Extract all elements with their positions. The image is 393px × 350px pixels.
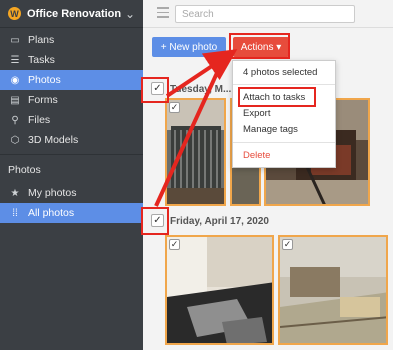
photo-image [167,100,224,204]
photo-thumbnail[interactable]: ✓ [278,235,388,345]
photo-thumbnail[interactable]: ✓ [165,235,274,345]
paperclip-icon: ⚲ [11,114,19,126]
photo-checkbox[interactable]: ✓ [282,239,293,250]
sidebar-item-label: 3D Models [28,134,79,146]
list-icon: ☰ [10,54,20,66]
sidebar-item-forms[interactable]: ▤ Forms [0,90,143,110]
star-icon: ★ [10,187,20,199]
group-date: Tuesday, M... [170,84,232,95]
photo-image [167,237,272,343]
clipboard-icon: ▤ [10,94,20,106]
highlight-box-group-check-2 [141,207,169,235]
sidebar-item-plans[interactable]: ▭ Plans [0,30,143,50]
delete-menu-item[interactable]: Delete [243,150,270,161]
top-bar: Search [143,0,393,28]
sidebar-section-title: Photos [8,164,41,176]
sidebar-item-3d-models[interactable]: ⬡ 3D Models [0,130,143,150]
grid-icon: ⁞⁞ [12,207,18,219]
sidebar-item-label: My photos [28,187,77,199]
sidebar-item-label: Photos [28,74,61,86]
photo-thumbnail[interactable]: ✓ [165,98,226,206]
photo-image [280,237,386,343]
export-menu-item[interactable]: Export [243,108,270,119]
sidebar-item-all-photos[interactable]: ⁞⁞ All photos [0,203,143,223]
sidebar-item-label: Tasks [28,54,55,66]
selected-count: 4 photos selected [243,67,318,78]
sidebar-item-tasks[interactable]: ☰ Tasks [0,50,143,70]
sidebar-item-files[interactable]: ⚲ Files [0,110,143,130]
group-date: Friday, April 17, 2020 [170,216,269,227]
sidebar-item-label: Forms [28,94,58,106]
sidebar-item-my-photos[interactable]: ★ My photos [0,183,143,203]
map-icon: ▭ [10,34,20,46]
menu-divider [233,84,335,85]
sidebar-item-photos[interactable]: ◉ Photos [0,70,143,90]
project-switcher[interactable]: W Office Renovation ⌄ [0,0,143,28]
sidebar-item-label: Plans [28,34,55,46]
manage-tags-menu-item[interactable]: Manage tags [243,124,298,135]
hamburger-menu-icon[interactable] [157,7,169,18]
search-input[interactable]: Search [175,5,355,23]
cube-icon: ⬡ [10,134,20,146]
sidebar: W Office Renovation ⌄ ▭ Plans ☰ Tasks ◉ … [0,0,143,350]
photo-checkbox[interactable]: ✓ [169,102,180,113]
actions-menu: 4 photos selected Attach to tasks Export… [232,60,336,168]
menu-divider [233,142,335,143]
highlight-box-attach [238,87,316,107]
sidebar-item-label: All photos [28,207,75,219]
photo-checkbox[interactable]: ✓ [169,239,180,250]
highlight-box-actions [229,33,290,59]
project-name: Office Renovation [27,7,122,20]
chevron-down-icon[interactable]: ⌄ [125,7,135,21]
project-logo-icon: W [8,7,21,20]
highlight-box-group-check-1 [141,77,169,103]
sidebar-item-label: Files [28,114,51,126]
new-photo-button[interactable]: + New photo [152,37,226,57]
camera-icon: ◉ [10,74,20,86]
